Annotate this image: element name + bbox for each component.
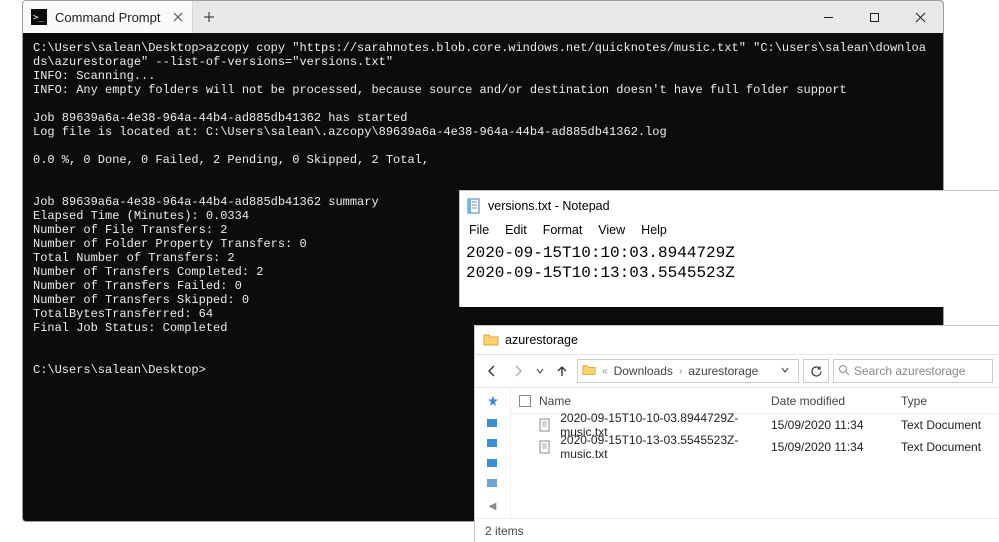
menu-edit[interactable]: Edit <box>498 221 534 241</box>
menu-file[interactable]: File <box>462 221 496 241</box>
file-type: Text Document <box>901 418 999 432</box>
file-explorer-window: azurestorage « Downloads › azurestorage … <box>474 325 999 542</box>
folder-icon <box>582 363 596 380</box>
notepad-window: versions.txt - Notepad File Edit Format … <box>459 190 999 307</box>
select-all-checkbox[interactable] <box>519 395 531 407</box>
chevron-right-icon: › <box>679 366 682 377</box>
file-list: Name Date modified Type 2020-09-15T10-10… <box>511 388 999 518</box>
nav-item-icon[interactable] <box>487 414 499 424</box>
search-placeholder: Search azurestorage <box>854 364 965 378</box>
nav-item-icon[interactable] <box>487 474 499 484</box>
notepad-icon <box>466 198 482 214</box>
file-date: 15/09/2020 11:34 <box>771 418 901 432</box>
nav-item-icon[interactable] <box>487 454 499 464</box>
breadcrumb-downloads[interactable]: Downloads <box>614 364 673 378</box>
file-type: Text Document <box>901 440 999 454</box>
maximize-button[interactable] <box>851 1 897 33</box>
minimize-button[interactable] <box>805 1 851 33</box>
explorer-toolbar: « Downloads › azurestorage Search azures… <box>475 354 999 388</box>
explorer-titlebar[interactable]: azurestorage <box>475 326 999 354</box>
notepad-title: versions.txt - Notepad <box>488 199 610 213</box>
nav-scroll-left-icon[interactable]: ◀ <box>489 501 497 512</box>
cmd-titlebar[interactable]: >_ Command Prompt <box>23 1 943 33</box>
back-button[interactable] <box>481 360 503 382</box>
breadcrumb-azurestorage[interactable]: azurestorage <box>688 364 758 378</box>
col-date-header[interactable]: Date modified <box>771 394 901 408</box>
menu-format[interactable]: Format <box>536 221 590 241</box>
file-row[interactable]: 2020-09-15T10-13-03.5545523Z-music.txt 1… <box>511 436 999 458</box>
folder-icon <box>483 332 499 348</box>
refresh-button[interactable] <box>803 359 829 383</box>
explorer-body: ◀ Name Date modified Type 2020-09-15T10-… <box>475 388 999 518</box>
col-name-header[interactable]: Name <box>539 394 571 408</box>
search-box[interactable]: Search azurestorage <box>833 359 993 383</box>
search-icon <box>838 364 850 379</box>
close-button[interactable] <box>897 1 943 33</box>
window-controls <box>805 1 943 33</box>
close-tab-icon[interactable] <box>170 9 186 25</box>
notepad-menubar: File Edit Format View Help <box>460 221 999 241</box>
address-bar[interactable]: « Downloads › azurestorage <box>577 359 799 383</box>
up-button[interactable] <box>551 360 573 382</box>
item-count: 2 items <box>485 524 524 538</box>
nav-item-icon[interactable] <box>487 434 499 444</box>
breadcrumb-prefix: « <box>602 366 608 377</box>
file-name: 2020-09-15T10-13-03.5545523Z-music.txt <box>560 433 771 461</box>
address-dropdown-icon[interactable] <box>776 364 794 378</box>
file-date: 15/09/2020 11:34 <box>771 440 901 454</box>
text-file-icon <box>538 418 552 432</box>
new-tab-button[interactable] <box>193 1 225 33</box>
explorer-nav-pane[interactable]: ◀ <box>475 388 511 518</box>
text-file-icon <box>538 440 552 454</box>
col-type-header[interactable]: Type <box>901 394 999 408</box>
terminal-icon: >_ <box>31 9 47 25</box>
quick-access-icon[interactable] <box>487 394 499 404</box>
cmd-tab[interactable]: >_ Command Prompt <box>23 1 193 33</box>
notepad-titlebar[interactable]: versions.txt - Notepad <box>460 191 999 221</box>
forward-button[interactable] <box>507 360 529 382</box>
menu-view[interactable]: View <box>591 221 632 241</box>
explorer-title: azurestorage <box>505 333 578 347</box>
svg-text:>_: >_ <box>33 13 44 23</box>
recent-dropdown-icon[interactable] <box>533 360 547 382</box>
cmd-tab-title: Command Prompt <box>55 10 160 25</box>
notepad-text-area[interactable]: 2020-09-15T10:10:03.8944729Z 2020-09-15T… <box>460 241 999 285</box>
menu-help[interactable]: Help <box>634 221 674 241</box>
status-bar: 2 items <box>475 518 999 542</box>
